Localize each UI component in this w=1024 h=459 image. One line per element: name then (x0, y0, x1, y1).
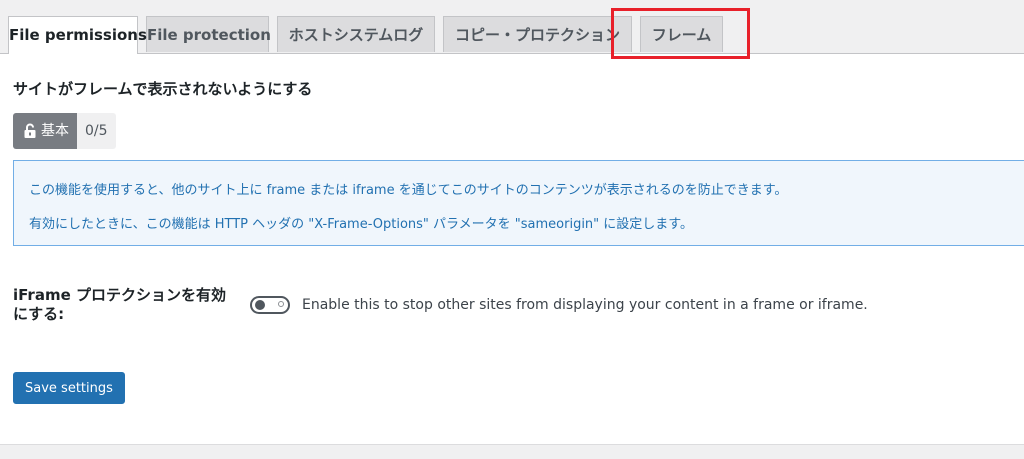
tab-file-protection[interactable]: File protection (146, 16, 271, 52)
tab-copy-protection[interactable]: コピー・プロテクション (443, 16, 632, 52)
iframe-protection-label: iFrame プロテクションを有効にする: (13, 286, 226, 323)
level-badge: 基本 0/5 (13, 113, 116, 149)
info-text-2: 有効にしたときに、この機能は HTTP ヘッダの "X-Frame-Option… (29, 217, 693, 232)
iframe-protection-description: Enable this to stop other sites from dis… (302, 297, 868, 313)
info-notice: この機能を使用すると、他のサイト上に frame または iframe を通じて… (13, 160, 1024, 246)
tab-host-system-log[interactable]: ホストシステムログ (277, 16, 435, 52)
toggle-knob (255, 300, 265, 310)
tab-frame[interactable]: フレーム (640, 16, 723, 52)
tab-file-permissions[interactable]: File permissions (8, 16, 147, 54)
iframe-protection-toggle[interactable] (250, 296, 290, 314)
save-settings-button[interactable]: Save settings (13, 372, 125, 404)
badge-level: 基本 (13, 113, 77, 149)
badge-level-label: 基本 (41, 123, 69, 139)
tab-divider (0, 53, 1024, 54)
settings-panel: サイトがフレームで表示されないようにする 基本 0/5 この機能を使用すると、他… (0, 54, 1024, 445)
badge-count: 0/5 (77, 113, 116, 149)
toggle-off-indicator-icon (278, 301, 284, 307)
info-text-1: この機能を使用すると、他のサイト上に frame または iframe を通じて… (29, 183, 788, 198)
lock-open-icon (24, 123, 36, 138)
section-title: サイトがフレームで表示されないようにする (13, 80, 313, 98)
tab-bar: File permissions File protection ホストシステム… (0, 0, 1024, 54)
